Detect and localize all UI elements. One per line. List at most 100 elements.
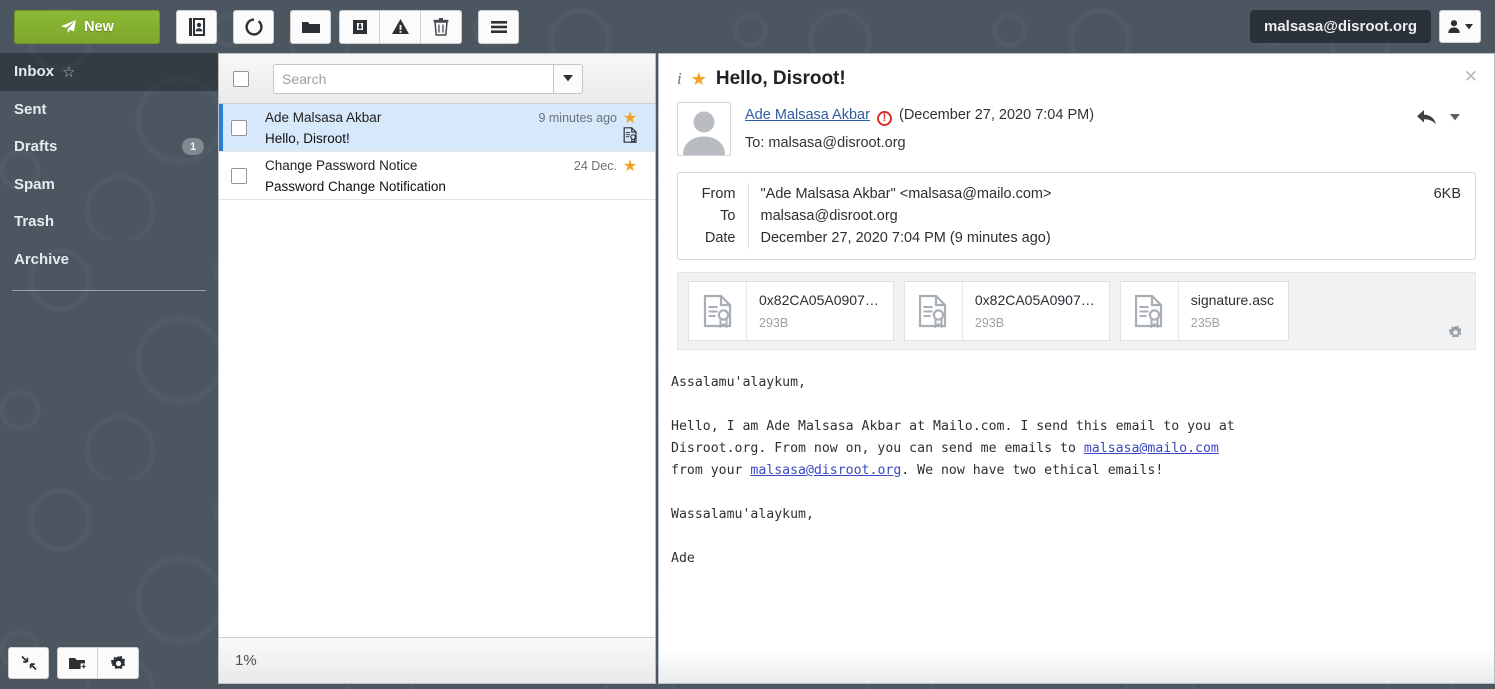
message-size: 6KB — [1433, 186, 1461, 202]
sender-line: Ade Malsasa Akbar ! (December 27, 2020 7… — [745, 107, 1094, 126]
sidebar-item-label: Inbox — [14, 63, 54, 81]
details-table: From "Ade Malsasa Akbar" <malsasa@mailo.… — [692, 183, 1051, 249]
attachment-name: 0x82CA05A0907… — [759, 292, 879, 308]
sidebar-item-archive[interactable]: Archive — [0, 241, 218, 279]
attachment-size: 235B — [1190, 316, 1220, 330]
star-outline-icon[interactable]: ☆ — [62, 63, 75, 81]
attachment-text: 0x82CA05A0907… 293B — [963, 292, 1109, 330]
message-top-line: Change Password Notice 24 Dec. — [265, 158, 617, 173]
details-label-date: Date — [692, 227, 749, 249]
details-label-to: To — [692, 205, 749, 227]
attachment-name: signature.asc — [1190, 292, 1275, 308]
add-folder-icon — [68, 658, 87, 670]
message-list: Ade Malsasa Akbar 9 minutes ago Hello, D… — [219, 104, 655, 637]
reply-arrow-icon[interactable] — [1416, 108, 1438, 126]
info-icon[interactable]: i — [677, 69, 682, 89]
search-options-button[interactable] — [553, 63, 583, 94]
sidebar-item-sent[interactable]: Sent — [0, 91, 218, 129]
refresh-group — [225, 9, 274, 44]
message-top-line: Ade Malsasa Akbar 9 minutes ago — [265, 110, 617, 125]
status-text: 1% — [235, 652, 257, 669]
sidebar-item-inbox[interactable]: Inbox ☆ — [0, 53, 218, 91]
sidebar-item-spam[interactable]: Spam — [0, 166, 218, 204]
message-list-item[interactable]: Change Password Notice 24 Dec. Password … — [219, 152, 655, 200]
top-toolbar: New malsasa@disroot.org — [0, 0, 1495, 53]
attachment-text: 0x82CA05A0907… 293B — [747, 292, 893, 330]
message-body: Assalamu'alaykum, Hello, I am Ade Malsas… — [659, 350, 1494, 649]
message-checkbox[interactable] — [231, 119, 247, 136]
drafts-count-badge: 1 — [182, 138, 204, 156]
body-paragraph-part2: from your — [671, 463, 743, 478]
message-subject: Hello, Disroot! — [265, 131, 350, 146]
chevron-down-icon — [563, 75, 573, 82]
folder-icon — [301, 21, 320, 33]
body-paragraph-part3: . We now have two ethical emails! — [901, 463, 1164, 478]
message-view-panel: i ★ Hello, Disroot! ✕ Ade Malsasa Akbar … — [658, 53, 1495, 684]
refresh-button[interactable] — [233, 9, 274, 44]
spam-button[interactable] — [380, 9, 421, 44]
reply-controls[interactable] — [1416, 108, 1460, 126]
sidebar-item-trash[interactable]: Trash — [0, 203, 218, 241]
star-icon[interactable]: ★ — [691, 70, 707, 88]
collapse-sidebar-button[interactable] — [8, 647, 49, 679]
close-icon[interactable]: ✕ — [1464, 68, 1478, 85]
recipient-summary: To: malsasa@disroot.org — [745, 135, 906, 151]
message-subject: Password Change Notification — [265, 179, 446, 194]
body-email-link-disroot[interactable]: malsasa@disroot.org — [750, 463, 901, 478]
message-date: 24 Dec. — [573, 159, 617, 173]
attachment-item[interactable]: 0x82CA05A0907… 293B — [688, 281, 894, 341]
message-list-status-bar: 1% — [219, 637, 655, 683]
search-input[interactable] — [273, 63, 553, 94]
sidebar-item-drafts[interactable]: Drafts 1 — [0, 128, 218, 166]
star-icon[interactable]: ★ — [623, 159, 637, 175]
hamburger-menu-icon — [490, 20, 507, 33]
certificate-file-icon — [703, 294, 731, 328]
message-list-item[interactable]: Ade Malsasa Akbar 9 minutes ago Hello, D… — [219, 104, 655, 152]
certificate-file-icon — [1135, 294, 1163, 328]
star-icon[interactable]: ★ — [623, 111, 637, 127]
contacts-group — [168, 9, 217, 44]
message-list-header — [219, 54, 655, 104]
message-list-panel: Ade Malsasa Akbar 9 minutes ago Hello, D… — [218, 53, 656, 684]
body-signoff: Ade — [671, 551, 695, 566]
warning-triangle-icon — [391, 19, 409, 34]
body-greeting: Assalamu'alaykum, — [671, 375, 806, 390]
add-folder-button[interactable] — [57, 647, 98, 679]
sender-name-link[interactable]: Ade Malsasa Akbar — [745, 107, 870, 123]
attachment-item[interactable]: 0x82CA05A0907… 293B — [903, 281, 1110, 341]
delete-button[interactable] — [421, 9, 462, 44]
attachment-text: signature.asc 235B — [1179, 292, 1288, 330]
compose-new-label: New — [84, 18, 114, 35]
collapse-arrows-icon — [20, 655, 37, 671]
body-email-link-mailo[interactable]: malsasa@mailo.com — [1084, 441, 1219, 456]
move-to-folder-button[interactable] — [290, 9, 331, 44]
folder-settings-button[interactable] — [98, 647, 139, 679]
chevron-down-icon[interactable] — [1450, 113, 1460, 121]
mail-app-window: New malsasa@disroot.org Inbox ☆ Sent Dra… — [0, 0, 1495, 689]
archive-button[interactable] — [339, 9, 380, 44]
compose-new-button[interactable]: New — [14, 9, 160, 44]
attachment-item[interactable]: signature.asc 235B — [1119, 281, 1290, 341]
message-select-col — [231, 158, 265, 193]
folder-sidebar: Inbox ☆ Sent Drafts 1 Spam Trash Archive — [0, 53, 218, 689]
chevron-down-icon — [1465, 23, 1473, 29]
message-checkbox[interactable] — [231, 167, 247, 184]
attachment-bar: 0x82CA05A0907… 293B 0x82CA05A0907… 293B … — [677, 272, 1476, 350]
attachment-size: 293B — [759, 316, 789, 330]
user-icon — [1448, 20, 1460, 33]
more-options-button[interactable] — [478, 9, 519, 44]
account-menu-button[interactable] — [1439, 10, 1481, 43]
contacts-button[interactable] — [176, 9, 217, 44]
signature-invalid-icon: ! — [876, 111, 892, 126]
message-flags: ★ — [617, 158, 643, 193]
sidebar-divider — [12, 290, 206, 291]
select-all-checkbox[interactable] — [233, 70, 249, 87]
attachment-size: 293B — [974, 316, 1005, 330]
sidebar-item-label: Trash — [14, 213, 55, 231]
attachment-settings-button[interactable] — [1448, 325, 1463, 345]
message-flags: ★ — [617, 110, 643, 145]
details-row-to: To malsasa@disroot.org — [692, 205, 1051, 227]
body-closing: Wassalamu'alaykum, — [671, 507, 814, 522]
sidebar-item-label: Spam — [14, 175, 55, 193]
sidebar-item-label: Sent — [14, 100, 47, 118]
